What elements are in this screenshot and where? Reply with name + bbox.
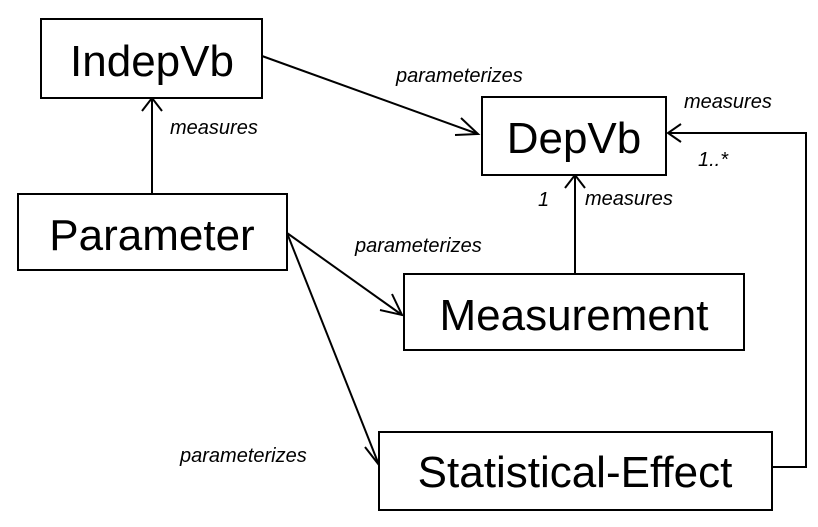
node-measurement-label: Measurement <box>439 291 708 340</box>
node-statistical-effect-label: Statistical-Effect <box>418 448 733 497</box>
node-indepvb-label: IndepVb <box>70 37 234 86</box>
uml-diagram: IndepVb DepVb Parameter Measurement Stat… <box>17 18 807 511</box>
label-parameter-to-measurement: parameterizes <box>354 235 482 257</box>
label-measurement-to-depvb: measures <box>585 188 673 210</box>
node-statistical-effect: Statistical-Effect <box>378 431 773 511</box>
label-parameter-to-indepvb: measures <box>170 117 258 139</box>
edge-parameter-to-indepvb <box>141 96 163 193</box>
edge-measurement-to-depvb <box>564 173 586 273</box>
node-parameter-label: Parameter <box>49 211 254 260</box>
label-parameter-to-statistical-effect: parameterizes <box>179 445 307 467</box>
label-indepvb-to-depvb: parameterizes <box>395 65 523 87</box>
node-indepvb: IndepVb <box>40 18 263 99</box>
node-parameter: Parameter <box>17 193 288 271</box>
multiplicity-measurement-to-depvb: 1 <box>538 189 549 211</box>
multiplicity-statistical-effect-to-depvb: 1..* <box>698 149 729 171</box>
node-measurement: Measurement <box>403 273 745 351</box>
label-statistical-effect-to-depvb: measures <box>684 91 772 113</box>
node-depvb-label: DepVb <box>507 114 642 163</box>
node-depvb: DepVb <box>481 96 667 176</box>
